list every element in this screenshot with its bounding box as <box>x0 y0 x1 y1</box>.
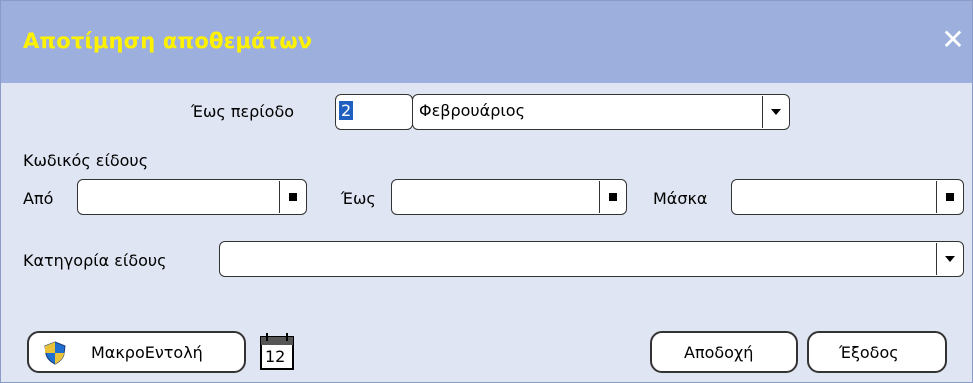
category-dropdown-button[interactable] <box>936 243 962 275</box>
to-label: Έως <box>341 189 376 208</box>
mask-lookup-button[interactable] <box>936 181 962 213</box>
chevron-down-icon <box>944 256 955 262</box>
calendar-icon[interactable]: 12 <box>259 331 297 371</box>
category-label: Κατηγορία είδους <box>23 251 167 270</box>
period-month-value: Φεβρουάριος <box>419 101 525 120</box>
from-lookup-button[interactable] <box>279 181 305 213</box>
from-label: Από <box>23 189 54 208</box>
chevron-down-icon <box>770 109 781 115</box>
square-lookup-icon <box>288 193 297 201</box>
period-dropdown-button[interactable] <box>762 96 788 128</box>
dialog-window: Αποτίμηση αποθεμάτων ✕ Έως περίοδο 2 Φεβ… <box>0 0 973 383</box>
square-lookup-icon <box>945 193 954 201</box>
accept-button-label: Αποδοχή <box>684 343 754 362</box>
square-lookup-icon <box>608 193 617 201</box>
macro-button-label: ΜακροΕντολή <box>91 343 203 362</box>
shield-icon <box>44 341 66 365</box>
category-select[interactable] <box>219 241 964 277</box>
item-code-label: Κωδικός είδους <box>23 151 149 170</box>
calendar-day: 12 <box>265 347 286 366</box>
macro-button[interactable]: ΜακροΕντολή <box>27 331 246 373</box>
to-code-field[interactable] <box>391 179 627 215</box>
accept-button[interactable]: Αποδοχή <box>650 331 798 373</box>
exit-button[interactable]: Έξοδος <box>807 331 947 373</box>
period-number-field[interactable]: 2 <box>335 94 413 130</box>
window-title: Αποτίμηση αποθεμάτων <box>23 29 313 53</box>
period-label: Έως περίοδο <box>191 102 295 121</box>
to-lookup-button[interactable] <box>599 181 625 213</box>
close-icon[interactable]: ✕ <box>940 25 966 55</box>
exit-button-label: Έξοδος <box>839 343 899 362</box>
from-code-field[interactable] <box>77 179 307 215</box>
title-bar: Αποτίμηση αποθεμάτων ✕ <box>1 1 972 83</box>
period-number-value: 2 <box>339 101 354 120</box>
mask-field[interactable] <box>731 179 964 215</box>
mask-label: Μάσκα <box>653 189 708 208</box>
period-month-select[interactable]: Φεβρουάριος <box>412 94 790 130</box>
